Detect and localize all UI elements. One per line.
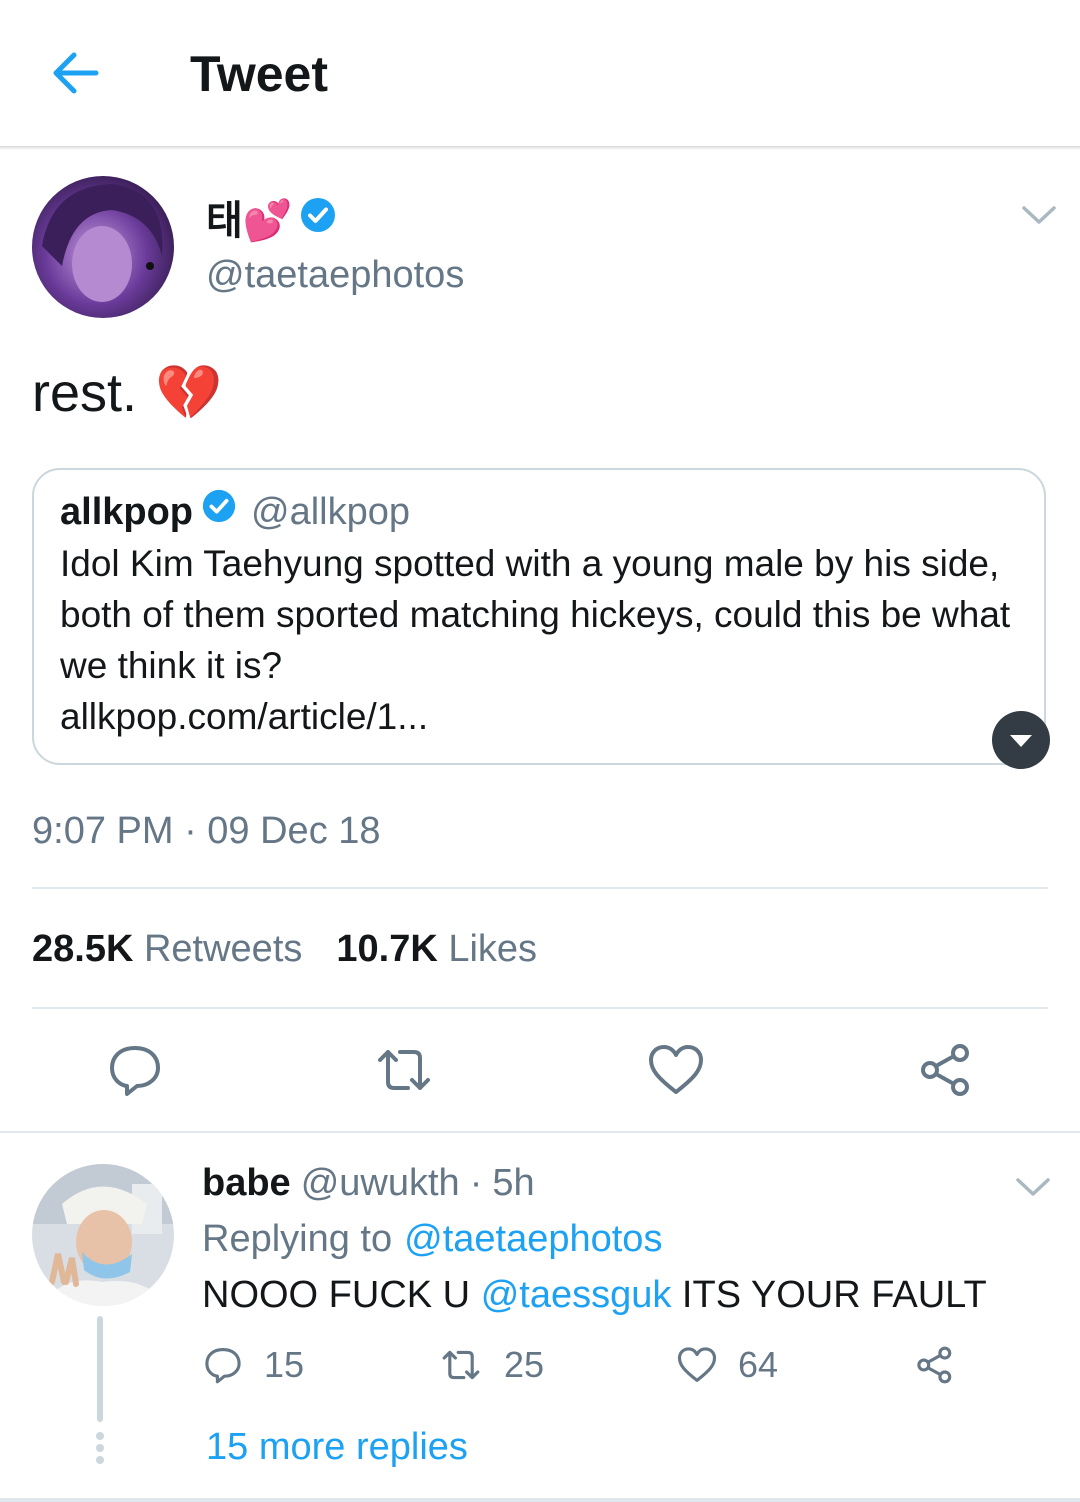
quote-author-name: allkpop: [60, 490, 194, 533]
reply-icon: [205, 1348, 241, 1384]
like-icon[interactable]: [646, 1040, 706, 1100]
quote-author-handle: @allkpop: [251, 490, 411, 533]
share-icon: [917, 1346, 952, 1384]
author-name[interactable]: 태💕: [206, 196, 337, 245]
quote-link[interactable]: allkpop.com/article/1...: [60, 691, 1030, 742]
more-replies-link[interactable]: 15 more replies: [206, 1424, 468, 1470]
quote-header: allkpop @allkpop: [60, 488, 410, 535]
share-icon[interactable]: [916, 1040, 976, 1100]
verified-badge-icon: [299, 196, 337, 245]
retweet-icon: [442, 1350, 480, 1380]
section-separator: [0, 1131, 1080, 1133]
divider: [32, 887, 1048, 889]
caret-down-icon: [1010, 735, 1032, 747]
thread-dot: [96, 1456, 104, 1464]
reply-count: 15: [264, 1344, 305, 1385]
chevron-down-icon[interactable]: [1014, 1172, 1052, 1202]
reply-author-name[interactable]: babe: [202, 1160, 291, 1206]
reply-header: babe @uwukth · 5h: [202, 1160, 535, 1206]
reply-like-action[interactable]: 64: [676, 1344, 778, 1386]
bottom-border: [0, 1498, 1080, 1502]
quote-text: Idol Kim Taehyung spotted with a young m…: [60, 543, 1011, 686]
reply-time: 5h: [492, 1162, 535, 1204]
like-count: 64: [738, 1344, 779, 1385]
chevron-down-icon[interactable]: [1020, 200, 1058, 230]
thread-dot: [96, 1432, 104, 1440]
reply-text-before: NOOO FUCK U: [202, 1274, 471, 1316]
thread-line: [97, 1316, 103, 1422]
replying-to-handle[interactable]: @taetaephotos: [404, 1216, 662, 1262]
thread-dot: [96, 1444, 104, 1452]
replying-to: Replying to @taetaephotos: [202, 1216, 662, 1262]
reply-share-action[interactable]: [914, 1344, 956, 1386]
likes-label: Likes: [448, 928, 538, 970]
retweets-stat[interactable]: 28.5K Retweets: [32, 926, 302, 972]
reply-text-after: ITS YOUR FAULT: [681, 1274, 987, 1316]
quoted-tweet-card[interactable]: allkpop @allkpop Idol Kim Taehyung spott…: [32, 468, 1046, 765]
reply-reply-action[interactable]: 15: [202, 1344, 304, 1386]
divider: [32, 1007, 1048, 1009]
reply-retweet-action[interactable]: 25: [438, 1344, 544, 1386]
quote-body: Idol Kim Taehyung spotted with a young m…: [60, 538, 1030, 742]
header-shadow: [0, 146, 1080, 150]
tweet-timestamp: 9:07 PM · 09 Dec 18: [32, 810, 381, 852]
retweets-count: 28.5K: [32, 928, 134, 970]
reply-text: NOOO FUCK U @taessguk ITS YOUR FAULT: [202, 1272, 987, 1318]
tweet-stats: 28.5K Retweets 10.7K Likes: [32, 926, 537, 972]
retweet-count: 25: [504, 1344, 545, 1385]
likes-count: 10.7K: [336, 928, 438, 970]
reply-mention[interactable]: @taessguk: [481, 1274, 672, 1316]
broken-heart-emoji: 💔: [155, 363, 223, 423]
author-avatar[interactable]: [32, 176, 174, 318]
tweet-text-body: rest.: [32, 363, 138, 423]
retweet-icon[interactable]: [372, 1040, 432, 1100]
likes-stat[interactable]: 10.7K Likes: [336, 926, 537, 972]
verified-badge-icon: [201, 488, 237, 535]
app-header: [0, 0, 1080, 146]
reply-author-handle[interactable]: @uwukth: [301, 1160, 460, 1206]
retweets-label: Retweets: [143, 928, 303, 970]
replying-to-label: Replying to: [202, 1218, 393, 1260]
back-arrow-icon[interactable]: [50, 50, 100, 96]
reply-author-avatar[interactable]: [32, 1164, 174, 1306]
tweet-text: rest. 💔: [32, 360, 222, 426]
reply-icon[interactable]: [105, 1040, 165, 1100]
author-handle[interactable]: @taetaephotos: [206, 252, 464, 298]
separator-dot: ·: [469, 1162, 483, 1204]
author-name-text: 태💕: [206, 198, 293, 243]
like-icon: [677, 1347, 717, 1382]
page-title: Tweet: [190, 46, 328, 102]
expand-button[interactable]: [992, 711, 1050, 769]
